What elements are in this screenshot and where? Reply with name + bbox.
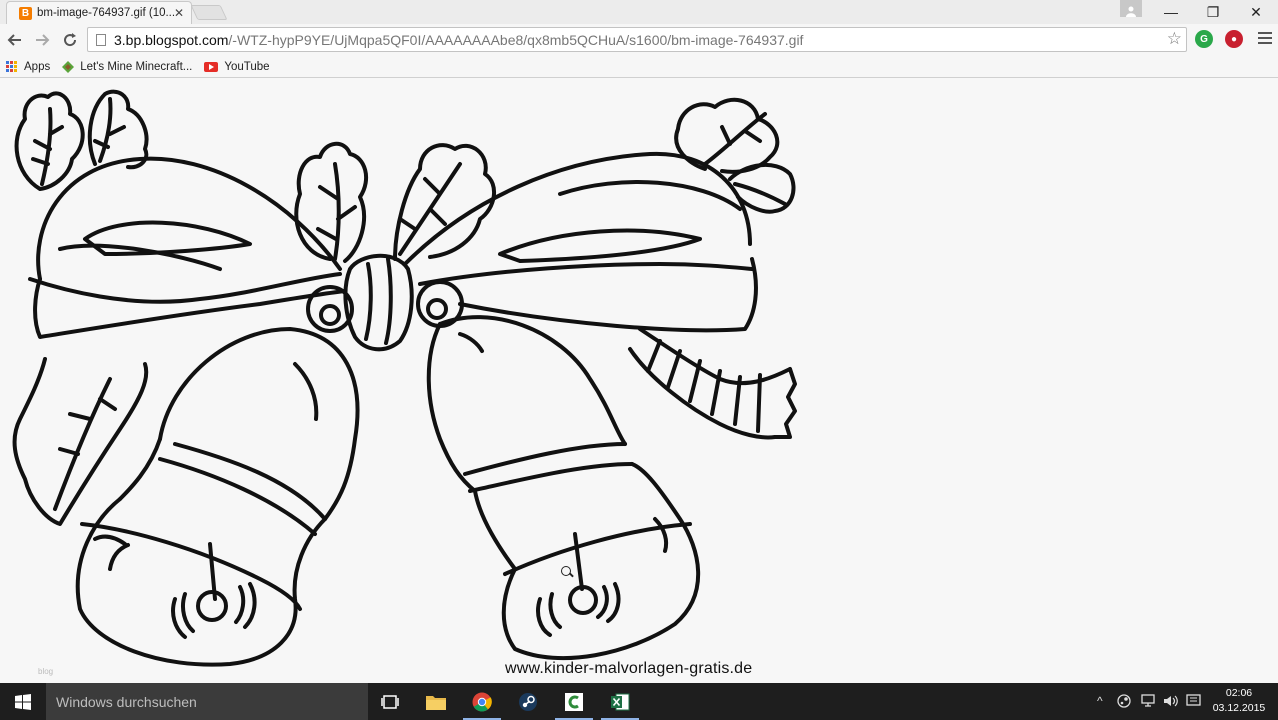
address-bar[interactable]: 3.bp.blogspot.com/-WTZ-hypP9YE/UjMqpa5QF… [87, 27, 1187, 52]
bookmark-label: YouTube [224, 60, 270, 73]
minimize-button[interactable]: — [1156, 2, 1186, 22]
profile-button[interactable] [1120, 0, 1142, 17]
excel-taskbar-button[interactable] [597, 683, 643, 720]
action-center-icon[interactable] [1186, 694, 1201, 711]
chrome-taskbar-button[interactable] [459, 683, 505, 720]
bookmark-star-icon[interactable]: ☆ [1167, 29, 1182, 49]
bookmark-apps[interactable]: Apps [6, 60, 51, 73]
file-explorer-button[interactable] [413, 683, 459, 720]
volume-icon[interactable] [1163, 694, 1179, 711]
task-view-button[interactable] [367, 683, 413, 720]
title-bar: B bm-image-764937.gif (10... ✕ — ❐ ✕ [0, 0, 1278, 24]
youtube-icon [204, 61, 219, 72]
clock-time: 02:06 [1225, 687, 1253, 699]
restore-button[interactable]: ❐ [1198, 2, 1228, 22]
reload-icon [64, 33, 77, 47]
browser-toolbar: 3.bp.blogspot.com/-WTZ-hypP9YE/UjMqpa5QF… [0, 24, 1278, 56]
image-source-caption: www.kinder-malvorlagen-gratis.de [505, 660, 753, 677]
bookmarks-bar: Apps Let's Mine Minecraft... YouTube [0, 56, 1278, 78]
excel-icon [611, 693, 630, 710]
clock-date: 03.12.2015 [1212, 702, 1266, 714]
network-icon[interactable] [1141, 694, 1157, 711]
christmas-bells-coloring-image[interactable] [0, 79, 820, 679]
user-icon [1126, 6, 1136, 17]
page-content: blog www.kinder-malvorlagen-gratis.de [0, 79, 1278, 683]
adblock-extension-icon[interactable]: ● [1225, 30, 1243, 48]
bookmark-label: Let's Mine Minecraft... [80, 60, 193, 73]
new-tab-button[interactable] [190, 5, 228, 20]
camtasia-icon [565, 692, 583, 711]
blogger-favicon-icon: B [19, 6, 32, 20]
show-hidden-icons-button[interactable]: ^ [1097, 694, 1103, 708]
reload-button[interactable] [59, 29, 81, 51]
url-path: /-WTZ-hypP9YE/UjMqpa5QF0I/AAAAAAAAbe8/qx… [228, 31, 804, 48]
back-button[interactable] [4, 29, 26, 51]
steam-tray-icon[interactable] [1117, 694, 1131, 711]
task-view-icon [381, 694, 399, 709]
apps-grid-icon [6, 60, 18, 73]
zoom-cursor-icon [561, 566, 571, 576]
page-icon [96, 33, 106, 46]
chrome-menu-button[interactable] [1258, 32, 1272, 47]
camtasia-taskbar-button[interactable] [551, 683, 597, 720]
windows-logo-icon [15, 693, 31, 710]
steam-taskbar-button[interactable] [505, 683, 551, 720]
bookmark-label: Apps [24, 60, 51, 73]
tab-title: bm-image-764937.gif (10... [37, 7, 175, 19]
system-clock[interactable]: 02:06 03.12.2015 [1208, 686, 1270, 716]
corner-watermark: blog [38, 667, 54, 676]
close-button[interactable]: ✕ [1241, 2, 1271, 22]
forward-arrow-icon [36, 34, 50, 46]
bookmark-minecraft[interactable]: Let's Mine Minecraft... [62, 60, 193, 73]
tab-close-icon[interactable]: ✕ [174, 6, 184, 20]
grammarly-extension-icon[interactable]: G [1195, 30, 1213, 48]
file-explorer-icon [426, 695, 446, 710]
bookmark-youtube[interactable]: YouTube [204, 60, 270, 73]
back-arrow-icon [7, 34, 21, 46]
taskbar-search-box[interactable]: Windows durchsuchen [46, 683, 368, 720]
forward-button[interactable] [31, 29, 53, 51]
chrome-icon [472, 692, 492, 711]
steam-icon [519, 692, 537, 711]
url-host: 3.bp.blogspot.com [114, 31, 229, 48]
browser-tab[interactable]: B bm-image-764937.gif (10... ✕ [6, 1, 192, 24]
windows-taskbar: Windows durchsuchen ^ 02:06 03.12.2015 [0, 683, 1278, 720]
browser-window: B bm-image-764937.gif (10... ✕ — ❐ ✕ 3.b… [0, 0, 1278, 720]
start-button[interactable] [0, 683, 46, 720]
minecraft-icon [62, 60, 75, 73]
